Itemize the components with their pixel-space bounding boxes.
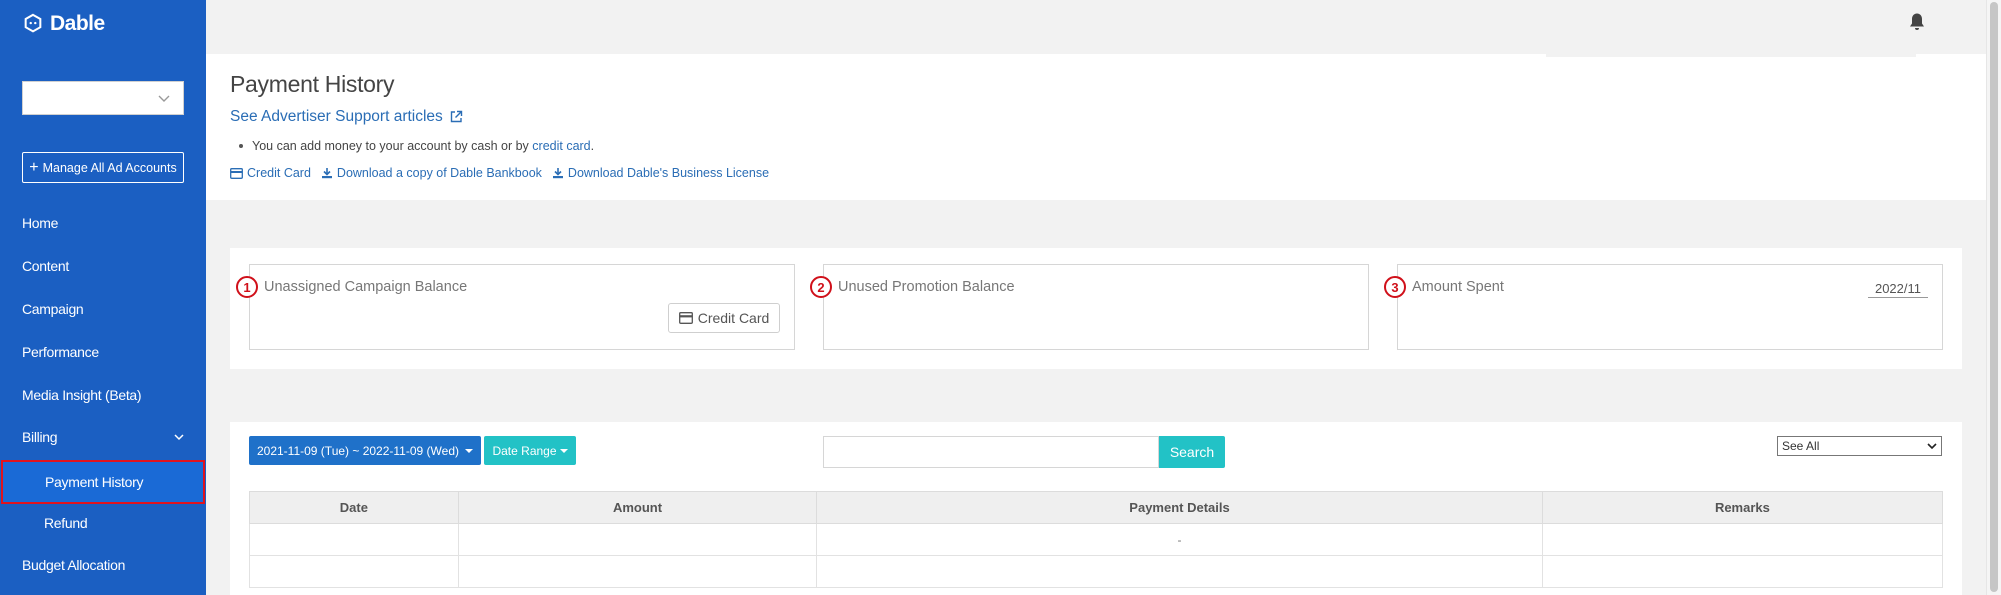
download-license-label: Download Dable's Business License bbox=[567, 166, 770, 180]
page-scrollbar[interactable] bbox=[1986, 0, 2001, 595]
bullet-icon bbox=[239, 144, 243, 148]
card-label: Unused Promotion Balance bbox=[838, 279, 1015, 295]
advertiser-support-link[interactable]: See Advertiser Support articles bbox=[230, 108, 463, 126]
credit-card-inline-link[interactable]: credit card bbox=[532, 139, 590, 153]
caret-down-icon bbox=[559, 448, 568, 453]
column-header-payment-details[interactable]: Payment Details bbox=[816, 491, 1543, 524]
balance-panel: 1 Unassigned Campaign Balance Credit Car… bbox=[230, 248, 1962, 369]
date-range-value: 2021-11-09 (Tue) ~ 2022-11-09 (Wed) bbox=[256, 443, 459, 458]
date-range-picker-button[interactable]: 2021-11-09 (Tue) ~ 2022-11-09 (Wed) bbox=[249, 436, 481, 465]
column-header-remarks[interactable]: Remarks bbox=[1541, 491, 1944, 524]
card-number-badge: 1 bbox=[236, 276, 258, 298]
table-cell bbox=[249, 555, 459, 588]
column-header-amount[interactable]: Amount bbox=[457, 491, 818, 524]
download-bankbook-label: Download a copy of Dable Bankbook bbox=[336, 166, 542, 180]
sidebar-item-payment-history[interactable]: Payment History bbox=[1, 460, 205, 504]
date-range-button-label: Date Range bbox=[492, 443, 557, 458]
table-cell bbox=[1541, 555, 1944, 588]
table-cell bbox=[1541, 523, 1944, 556]
bell-icon[interactable] bbox=[1908, 12, 1926, 32]
payment-table-panel: 2021-11-09 (Tue) ~ 2022-11-09 (Wed) Date… bbox=[230, 422, 1962, 595]
sidebar-item-home[interactable]: Home bbox=[22, 215, 58, 231]
sidebar-item-label: Payment History bbox=[45, 474, 144, 490]
amount-spent-card: 3 Amount Spent 2022/11 bbox=[1384, 264, 1943, 350]
credit-card-link-label: Credit Card bbox=[247, 166, 311, 180]
ad-account-select[interactable] bbox=[22, 81, 184, 115]
chevron-down-icon bbox=[1927, 443, 1937, 450]
sidebar-item-billing[interactable]: Billing bbox=[22, 429, 58, 445]
header-links: Credit Card Download a copy of Dable Ban… bbox=[230, 166, 769, 180]
note-text: You can add money to your account by cas… bbox=[252, 139, 533, 153]
payment-history-table: Date Amount Payment Details Remarks - bbox=[249, 491, 1944, 588]
download-bankbook-link[interactable]: Download a copy of Dable Bankbook bbox=[321, 166, 542, 180]
sidebar-item-content[interactable]: Content bbox=[22, 258, 69, 274]
chevron-down-icon bbox=[158, 95, 170, 102]
sidebar: Dable + Manage All Ad Accounts Home Cont… bbox=[0, 0, 206, 595]
table-row bbox=[249, 555, 1944, 588]
month-picker[interactable]: 2022/11 bbox=[1867, 281, 1928, 298]
table-cell bbox=[249, 523, 459, 556]
sidebar-item-campaign[interactable]: Campaign bbox=[22, 301, 84, 317]
card-number-badge: 2 bbox=[810, 276, 832, 298]
page-header: Payment History See Advertiser Support a… bbox=[206, 54, 1986, 200]
top-bar bbox=[206, 0, 1986, 54]
table-cell: - bbox=[816, 523, 1543, 556]
manage-label: Manage All Ad Accounts bbox=[42, 160, 177, 175]
unused-promotion-balance-card: 2 Unused Promotion Balance bbox=[810, 264, 1369, 350]
date-range-dropdown-button[interactable]: Date Range bbox=[484, 436, 576, 465]
header-divider bbox=[1546, 54, 1916, 57]
search-input[interactable] bbox=[823, 436, 1159, 468]
caret-down-icon bbox=[465, 448, 473, 453]
credit-card-button[interactable]: Credit Card bbox=[668, 303, 780, 333]
download-business-license-link[interactable]: Download Dable's Business License bbox=[552, 166, 769, 180]
external-link-icon bbox=[450, 110, 463, 123]
manage-all-ad-accounts-button[interactable]: + Manage All Ad Accounts bbox=[22, 152, 184, 183]
download-icon bbox=[552, 168, 563, 179]
card-label: Unassigned Campaign Balance bbox=[264, 279, 468, 295]
brand-logo[interactable]: Dable bbox=[22, 12, 105, 36]
brand-name: Dable bbox=[50, 12, 105, 35]
credit-card-icon bbox=[230, 167, 243, 179]
view-filter-select[interactable]: See All bbox=[1777, 436, 1942, 456]
search-button[interactable]: Search bbox=[1159, 436, 1225, 468]
table-cell bbox=[816, 555, 1543, 588]
table-cell bbox=[457, 555, 818, 588]
credit-card-link[interactable]: Credit Card bbox=[230, 166, 311, 180]
card-number-badge: 3 bbox=[1384, 276, 1406, 298]
scrollbar-thumb[interactable] bbox=[1990, 2, 1998, 592]
sidebar-item-budget-allocation[interactable]: Budget Allocation bbox=[22, 557, 125, 573]
sidebar-item-refund[interactable]: Refund bbox=[44, 515, 88, 531]
table-cell bbox=[457, 523, 818, 556]
sidebar-item-performance[interactable]: Performance bbox=[22, 344, 99, 360]
dable-logo-icon bbox=[24, 13, 42, 33]
table-header-row: Date Amount Payment Details Remarks bbox=[249, 491, 1944, 524]
column-header-date[interactable]: Date bbox=[249, 491, 459, 524]
credit-card-button-label: Credit Card bbox=[697, 310, 770, 326]
view-filter-value: See All bbox=[1782, 439, 1820, 453]
page-title: Payment History bbox=[230, 71, 395, 97]
sidebar-item-media-insight[interactable]: Media Insight (Beta) bbox=[22, 387, 142, 403]
table-row: - bbox=[249, 523, 1944, 556]
download-icon bbox=[321, 168, 332, 179]
card-label: Amount Spent bbox=[1412, 279, 1504, 295]
plus-icon: + bbox=[29, 158, 39, 176]
note-suffix: . bbox=[590, 139, 595, 153]
support-link-label: See Advertiser Support articles bbox=[230, 108, 443, 125]
credit-card-icon bbox=[678, 312, 693, 324]
chevron-down-icon[interactable] bbox=[173, 431, 185, 443]
funding-note: You can add money to your account by cas… bbox=[239, 139, 595, 153]
unassigned-campaign-balance-card: 1 Unassigned Campaign Balance Credit Car… bbox=[236, 264, 795, 350]
